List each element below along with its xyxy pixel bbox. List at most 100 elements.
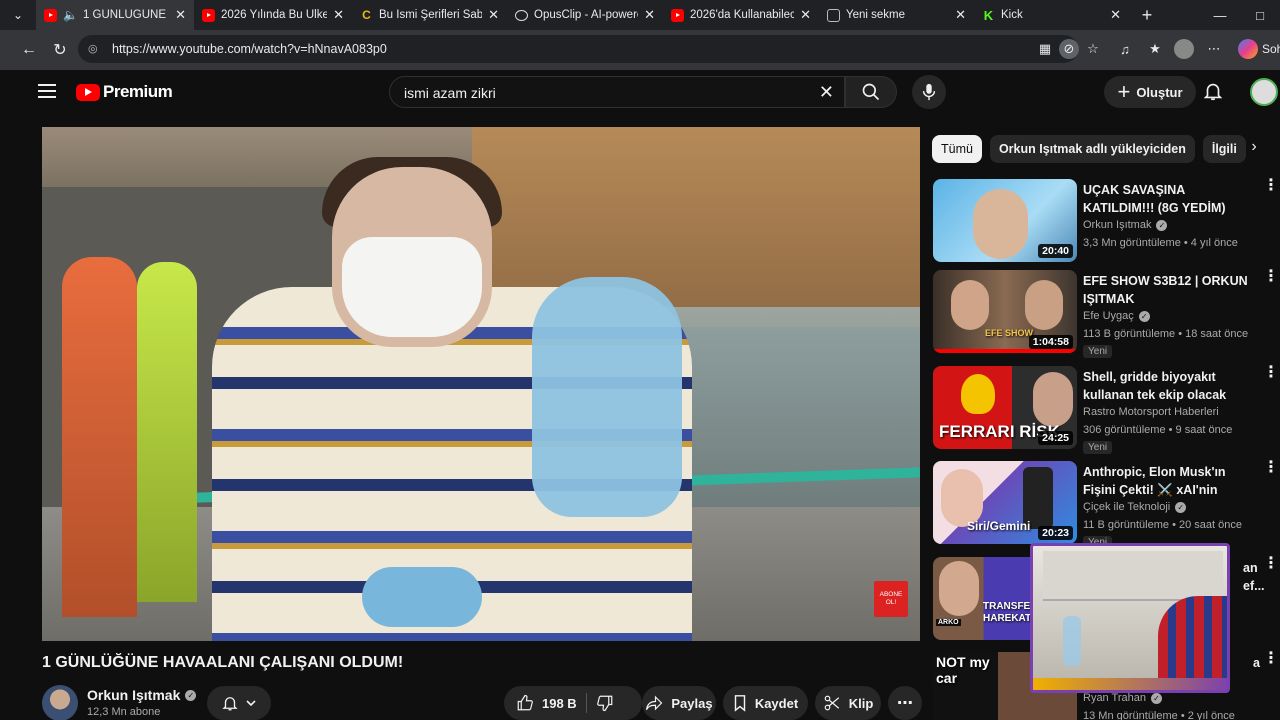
url-field[interactable]: ◎ https://www.youtube.com/watch?v=hNnavA… — [78, 35, 1078, 63]
share-button[interactable]: Paylaş — [642, 686, 716, 720]
search-input[interactable] — [404, 83, 804, 103]
subscribe-watermark[interactable]: ABONE OL! — [874, 581, 908, 617]
like-button[interactable]: 198 B — [516, 686, 577, 720]
share-arrow-icon — [646, 695, 663, 711]
maximize-icon[interactable]: □ — [1240, 0, 1280, 30]
channel-name[interactable]: Orkun Işıtmak ✓ — [1083, 219, 1168, 231]
microphone-icon — [922, 83, 936, 101]
close-tab-icon[interactable]: ✕ — [1110, 7, 1121, 23]
close-tab-icon[interactable]: ✕ — [800, 7, 811, 23]
youtube-premium-logo[interactable]: Premium — [76, 82, 173, 102]
video-thumbnail[interactable]: 20:40 — [933, 179, 1077, 262]
video-thumbnail[interactable]: Siri/Gemini 20:23 — [933, 461, 1077, 544]
dislike-button[interactable] — [596, 686, 622, 720]
chip-all[interactable]: Tümü — [932, 135, 982, 163]
video-meta: 11 B görüntüleme • 20 saat önce — [1083, 519, 1242, 531]
clip-button[interactable]: Klip — [815, 686, 881, 720]
extension-icon[interactable]: ♫ — [1115, 39, 1135, 59]
account-avatar[interactable] — [1250, 78, 1278, 106]
browser-tab-strip: ⌄ 🔈 1 GÜNLÜĞÜNE HAVAALANI ✕ 2026 Yılında… — [0, 0, 1280, 30]
channel-avatar[interactable] — [42, 685, 78, 720]
video-thumbnail[interactable]: EFE SHOW 1:04:58 — [933, 270, 1077, 353]
bookmark-star-icon[interactable]: ☆ — [1083, 39, 1103, 59]
more-vertical-icon[interactable]: ⋮ — [1263, 460, 1279, 483]
more-vertical-icon[interactable]: ⋮ — [1263, 556, 1279, 579]
recommended-video[interactable]: 20:40 UÇAK SAVAŞINA KATILDIM!!! (8G YEDİ… — [933, 178, 1279, 265]
save-button[interactable]: Kaydet — [723, 686, 808, 720]
filter-chips: Tümü Orkun Işıtmak adlı yükleyiciden İlg… — [932, 135, 1246, 165]
opusclip-icon — [515, 9, 528, 21]
browser-tab-7[interactable]: K Kick ✕ — [974, 0, 1129, 30]
more-actions-button[interactable]: ⋯ — [888, 686, 922, 720]
app-grid-icon[interactable]: ▦ — [1035, 39, 1055, 59]
channel-name[interactable]: Rastro Motorsport Haberleri — [1083, 406, 1219, 418]
site-info-icon[interactable]: ◎ — [88, 42, 102, 56]
thumbnail-text: Siri/Gemini — [967, 519, 1031, 533]
clear-search-icon[interactable]: ✕ — [819, 82, 834, 103]
video-title[interactable]: Shell, gridde biyoyakıt kullanan tek eki… — [1083, 368, 1253, 404]
verified-check-icon: ✓ — [1175, 501, 1187, 513]
video-player[interactable]: ABONE OL! — [42, 127, 920, 641]
kick-icon: K — [983, 7, 994, 23]
more-vertical-icon[interactable]: ⋮ — [1263, 269, 1279, 292]
channel-name[interactable]: Efe Uygaç ✓ — [1083, 310, 1150, 322]
channel-name[interactable]: Orkun Işıtmak ✓ — [87, 687, 197, 703]
favorites-icon[interactable]: ★ — [1145, 39, 1165, 59]
channel-name-text: Efe Uygaç — [1083, 310, 1134, 322]
chevron-down-icon — [246, 700, 256, 707]
new-tab-plus-icon[interactable]: + — [1129, 5, 1165, 26]
close-tab-icon[interactable]: ✕ — [488, 7, 499, 23]
browser-tab-1[interactable]: 🔈 1 GÜNLÜĞÜNE HAVAALANI ✕ — [36, 0, 194, 30]
close-tab-icon[interactable]: ✕ — [333, 7, 344, 23]
video-thumbnail[interactable]: FERRARI RİSK 24:25 — [933, 366, 1077, 449]
tracking-block-icon[interactable]: ⊘ — [1059, 39, 1079, 59]
video-title[interactable]: Anthropic, Elon Musk'ın Fişini Çekti! ⚔️… — [1083, 463, 1253, 499]
profile-avatar-icon[interactable] — [1174, 39, 1194, 59]
more-vertical-icon[interactable]: ⋮ — [1263, 651, 1279, 674]
youtube-icon — [44, 8, 57, 22]
more-vertical-icon[interactable]: ⋮ — [1263, 365, 1279, 388]
recommended-video[interactable]: FERRARI RİSK 24:25 Shell, gridde biyoyak… — [933, 365, 1279, 454]
channel-name[interactable]: Ryan Trahan ✓ — [1083, 692, 1162, 704]
video-frame-person — [212, 157, 732, 641]
tab-search-chevron-icon[interactable]: ⌄ — [0, 0, 36, 30]
search-button[interactable] — [845, 76, 897, 108]
like-dislike-group: 198 B — [504, 686, 642, 720]
new-badge: Yeni — [1083, 345, 1113, 358]
browser-tab-3[interactable]: C Bu İsmi Şerifleri Sabah ✕ — [352, 0, 507, 30]
minimize-icon[interactable]: — — [1200, 0, 1240, 30]
close-tab-icon[interactable]: ✕ — [955, 7, 966, 23]
subscription-bell-button[interactable] — [207, 686, 271, 720]
verified-check-icon: ✓ — [185, 689, 197, 701]
create-button[interactable]: + Oluştur — [1104, 76, 1196, 108]
channel-name[interactable]: Çiçek ile Teknoloji ✓ — [1083, 501, 1187, 513]
thumbs-down-icon — [597, 695, 613, 712]
browser-tab-5[interactable]: 2026'da Kullanabileceği ✕ — [663, 0, 819, 30]
clip-label: Klip — [848, 695, 874, 711]
more-vertical-icon[interactable]: ⋮ — [1263, 178, 1279, 201]
browser-address-bar: ← ↻ ◎ https://www.youtube.com/watch?v=hN… — [0, 30, 1280, 70]
voice-search-button[interactable] — [912, 75, 946, 109]
recommended-video[interactable]: Siri/Gemini 20:23 Anthropic, Elon Musk'ı… — [933, 460, 1279, 549]
chip-related[interactable]: İlgili — [1202, 135, 1246, 163]
menu-icon[interactable] — [38, 84, 56, 98]
close-tab-icon[interactable]: ✕ — [175, 7, 186, 23]
close-tab-icon[interactable]: ✕ — [644, 7, 655, 23]
notifications-button[interactable] — [1202, 80, 1226, 104]
video-title[interactable]: UÇAK SAVAŞINA KATILDIM!!! (8G YEDİM) — [1083, 181, 1253, 217]
browser-tab-6[interactable]: Yeni sekme ✕ — [819, 0, 974, 30]
chevron-right-icon[interactable]: › — [1243, 138, 1265, 160]
more-menu-icon[interactable]: ⋯ — [1204, 39, 1224, 59]
back-arrow-icon[interactable]: ← — [14, 35, 44, 65]
browser-tab-2[interactable]: 2026 Yılında Bu Ülkeler ✕ — [194, 0, 352, 30]
channel-name-text: Orkun Işıtmak — [87, 687, 181, 703]
tab-title: Bu İsmi Şerifleri Sabah — [379, 9, 483, 21]
scissors-icon — [824, 695, 839, 711]
youtube-logo-icon — [76, 83, 100, 101]
recommended-video[interactable]: EFE SHOW 1:04:58 EFE SHOW S3B12 | ORKUN … — [933, 269, 1279, 358]
browser-tab-4[interactable]: OpusClip - AI-powered ✕ — [507, 0, 663, 30]
chip-from-uploader[interactable]: Orkun Işıtmak adlı yükleyiciden — [989, 135, 1195, 163]
copilot-icon[interactable] — [1238, 39, 1258, 59]
video-title[interactable]: EFE SHOW S3B12 | ORKUN IŞITMAK — [1083, 272, 1253, 308]
reload-icon[interactable]: ↻ — [45, 35, 75, 65]
